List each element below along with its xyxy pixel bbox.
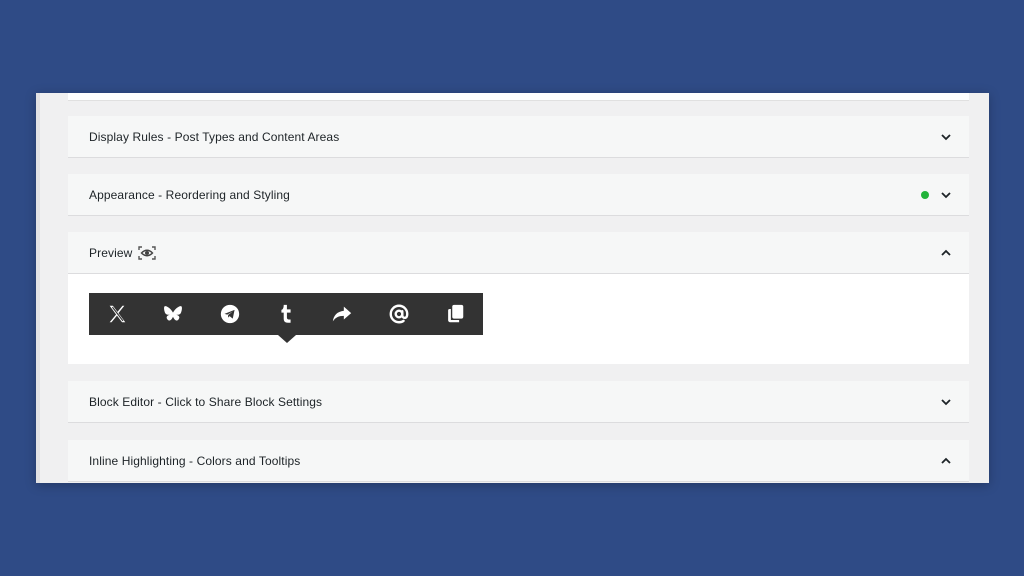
panel-block-editor-title: Block Editor - Click to Share Block Sett…: [89, 394, 323, 409]
panel-appearance-title: Appearance - Reordering and Styling: [89, 187, 290, 202]
chevron-up-icon[interactable]: [940, 455, 952, 467]
panel-inline-highlighting: Inline Highlighting - Colors and Tooltip…: [68, 440, 969, 482]
previous-panel-bottom: [68, 93, 969, 101]
share-email-button[interactable]: [370, 293, 426, 335]
panel-preview-header[interactable]: Preview: [68, 232, 969, 274]
panel-block-editor: Block Editor - Click to Share Block Sett…: [68, 381, 969, 423]
x-logo-icon: [109, 305, 126, 323]
panel-display-rules: Display Rules - Post Types and Content A…: [68, 116, 969, 158]
copy-icon: [447, 304, 464, 323]
chevron-down-icon[interactable]: [940, 189, 952, 201]
bluesky-butterfly-icon: [164, 306, 183, 321]
status-dot: [921, 190, 929, 199]
telegram-icon: [220, 304, 239, 324]
preview-body: [68, 274, 969, 364]
panel-appearance: Appearance - Reordering and Styling: [68, 174, 969, 216]
share-toolbar: [89, 293, 483, 343]
copy-link-button[interactable]: [427, 293, 483, 335]
share-bluesky-button[interactable]: [145, 293, 201, 335]
share-native-button[interactable]: [314, 293, 370, 335]
panel-appearance-header[interactable]: Appearance - Reordering and Styling: [68, 174, 969, 216]
panel-inline-highlighting-title: Inline Highlighting - Colors and Tooltip…: [89, 453, 301, 468]
panel-display-rules-title: Display Rules - Post Types and Content A…: [89, 129, 340, 144]
chevron-up-icon[interactable]: [940, 247, 952, 259]
panel-block-editor-header[interactable]: Block Editor - Click to Share Block Sett…: [68, 381, 969, 423]
share-arrow-icon: [333, 306, 352, 322]
chevron-down-icon[interactable]: [940, 131, 952, 143]
at-email-icon: [389, 304, 408, 324]
panel-display-rules-header[interactable]: Display Rules - Post Types and Content A…: [68, 116, 969, 158]
eye-scan-icon: [138, 245, 157, 260]
share-tumblr-button[interactable]: [258, 293, 314, 335]
share-telegram-button[interactable]: [202, 293, 258, 335]
chevron-down-icon[interactable]: [940, 396, 952, 408]
panel-inline-highlighting-header[interactable]: Inline Highlighting - Colors and Tooltip…: [68, 440, 969, 482]
panel-preview-title: Preview: [89, 245, 133, 260]
panel-preview: Preview: [68, 232, 969, 364]
settings-window: Display Rules - Post Types and Content A…: [36, 93, 989, 483]
tumblr-icon: [281, 304, 291, 323]
share-x-button[interactable]: [89, 293, 145, 335]
